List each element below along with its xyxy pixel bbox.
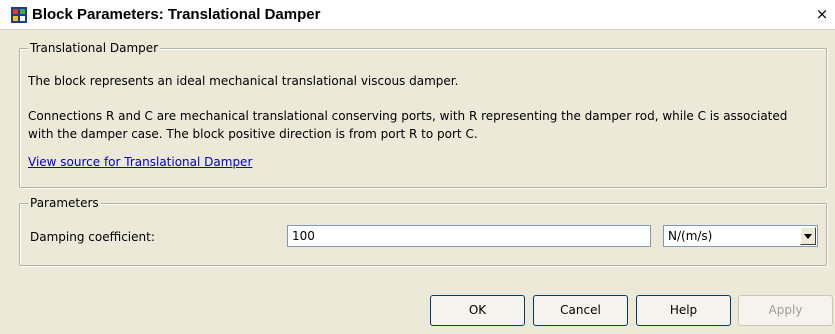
- window-title: Block Parameters: Translational Damper: [32, 6, 321, 23]
- description-line-2: Connections R and C are mechanical trans…: [28, 109, 788, 123]
- apply-button[interactable]: Apply: [738, 295, 833, 326]
- title-bar[interactable]: Block Parameters: Translational Damper ×: [0, 0, 835, 30]
- description-group-title: Translational Damper: [28, 41, 161, 55]
- close-icon[interactable]: ×: [813, 4, 831, 24]
- help-button[interactable]: Help: [636, 295, 731, 326]
- block-parameters-dialog: Block Parameters: Translational Damper ×…: [0, 0, 835, 334]
- description-group: Translational Damper The block represent…: [19, 41, 827, 188]
- damping-unit-value: N/(m/s): [668, 229, 713, 243]
- chevron-down-icon[interactable]: [800, 227, 816, 245]
- damping-coefficient-label: Damping coefficient:: [30, 230, 155, 244]
- parameters-group: Parameters Damping coefficient: 100 N/(m…: [19, 196, 827, 266]
- ok-button[interactable]: OK: [430, 295, 525, 326]
- view-source-link[interactable]: View source for Translational Damper: [28, 155, 252, 170]
- damping-coefficient-input[interactable]: 100: [287, 225, 651, 247]
- description-line-1: The block represents an ideal mechanical…: [28, 74, 459, 88]
- parameters-group-title: Parameters: [28, 196, 101, 210]
- cancel-button[interactable]: Cancel: [533, 295, 628, 326]
- damping-unit-select[interactable]: N/(m/s): [663, 225, 818, 247]
- simulink-block-icon: [11, 7, 27, 23]
- description-line-3: with the damper case. The block positive…: [28, 127, 478, 141]
